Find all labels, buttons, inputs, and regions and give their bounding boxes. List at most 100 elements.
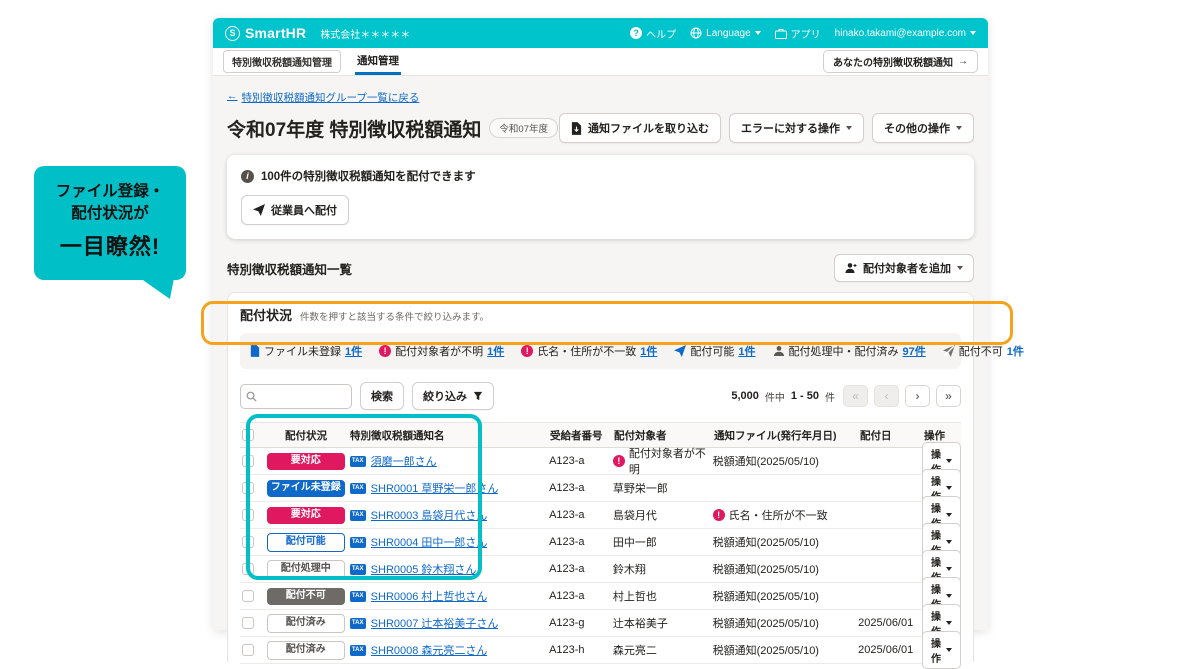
notification-name-link[interactable]: SHR0006 村上哲也さん xyxy=(371,588,488,604)
emp-no-cell: A123-a xyxy=(549,509,613,521)
user-menu[interactable]: hinako.takami@example.com xyxy=(835,28,976,39)
tab-tax-notice-management[interactable]: 特別徴収税額通知管理 xyxy=(223,50,341,73)
notification-list-panel: 配付状況 件数を押すと該当する条件で絞り込みます。 ファイル未登録 1件 ! 配… xyxy=(227,292,974,662)
table-row: 配付済み TAXSHR0007 辻本裕美子さん A123-g 辻本裕美子 税額通… xyxy=(240,610,961,637)
tax-file-icon: TAX xyxy=(350,483,366,494)
pagination-last-button[interactable]: » xyxy=(936,385,961,407)
tax-file-icon: TAX xyxy=(350,618,366,629)
notification-name-link[interactable]: SHR0007 辻本裕美子さん xyxy=(371,615,499,631)
row-checkbox[interactable] xyxy=(242,590,254,602)
file-icon xyxy=(250,345,260,357)
file-cell: 氏名・住所が不一致 xyxy=(729,507,828,523)
import-notification-file-button[interactable]: 通知ファイルを取り込む xyxy=(559,113,721,143)
row-checkbox[interactable] xyxy=(242,509,254,521)
row-checkbox[interactable] xyxy=(242,617,254,629)
notification-name-link[interactable]: SHR0008 森元亮二さん xyxy=(371,642,488,658)
target-cell: 草野栄一郎 xyxy=(613,480,713,496)
tax-file-icon: TAX xyxy=(350,645,366,656)
emp-no-cell: A123-a xyxy=(549,536,613,548)
status-label: 配付対象者が不明 xyxy=(395,343,483,359)
language-label: Language xyxy=(706,28,751,39)
callout-line-1: ファイル登録・ xyxy=(34,181,186,203)
emp-no-cell: A123-a xyxy=(549,482,613,494)
status-badge: 配付処理中 xyxy=(267,560,345,579)
status-count-link[interactable]: 1件 xyxy=(345,343,362,359)
tax-file-icon: TAX xyxy=(350,591,366,602)
row-checkbox[interactable] xyxy=(242,536,254,548)
pagination-next-button[interactable]: › xyxy=(905,385,930,407)
pagination-total: 5,000 xyxy=(731,390,759,402)
notification-name-link[interactable]: SHR0004 田中一郎さん xyxy=(371,534,488,550)
chevron-down-icon xyxy=(946,513,952,517)
globe-icon xyxy=(690,27,702,39)
apps-label: アプリ xyxy=(791,26,821,41)
table-row: 配付済み TAXSHR0008 森元亮二さん A123-h 森元亮二 税額通知(… xyxy=(240,637,961,664)
import-file-icon xyxy=(571,122,582,135)
distribute-to-employees-button[interactable]: 従業員へ配付 xyxy=(241,195,349,225)
import-button-label: 通知ファイルを取り込む xyxy=(588,120,709,136)
status-filter-hint: 件数を押すと該当する条件で絞り込みます。 xyxy=(300,309,489,323)
help-menu[interactable]: ? ヘルプ xyxy=(630,26,676,41)
row-checkbox[interactable] xyxy=(242,455,254,467)
help-icon: ? xyxy=(630,27,642,39)
file-cell: 税額通知(2025/05/10) xyxy=(713,615,859,631)
status-count-link[interactable]: 1件 xyxy=(640,343,657,359)
callout-tail xyxy=(140,278,174,299)
date-cell: 2025/06/01 xyxy=(858,644,922,656)
row-actions-label: 操作 xyxy=(931,635,941,665)
notification-name-link[interactable]: 須磨一郎さん xyxy=(371,453,437,469)
page-title: 令和07年度 特別徴収税額通知 xyxy=(227,115,481,142)
marketing-callout-bubble: ファイル登録・ 配付状況が 一目瞭然! xyxy=(34,166,186,280)
fiscal-year-badge: 令和07年度 xyxy=(489,118,558,138)
col-header-date: 配付日 xyxy=(860,428,924,443)
error-icon: ! xyxy=(713,509,725,521)
pagination: 5,000 件中 1 - 50 件 « ‹ › » xyxy=(731,385,961,407)
notification-name-link[interactable]: SHR0001 草野栄一郎さん xyxy=(371,480,499,496)
search-button[interactable]: 検索 xyxy=(360,382,404,410)
add-distribution-target-button[interactable]: 配付対象者を追加 xyxy=(834,254,974,282)
language-menu[interactable]: Language xyxy=(690,27,761,39)
row-checkbox[interactable] xyxy=(242,644,254,656)
notification-name-link[interactable]: SHR0003 島袋月代さん xyxy=(371,507,488,523)
status-item-name-mismatch: ! 氏名・住所が不一致 1件 xyxy=(521,343,657,359)
status-badge: 配付不可 xyxy=(267,588,345,605)
user-email: hinako.takami@example.com xyxy=(835,28,966,39)
error-actions-button[interactable]: エラーに対する操作 xyxy=(729,113,864,143)
chevron-down-icon xyxy=(956,126,962,130)
pagination-first-button[interactable]: « xyxy=(843,385,868,407)
notification-table: 配付状況 特別徴収税額通知名 受給者番号 配付対象者 通知ファイル(発行年月日)… xyxy=(240,422,961,664)
select-all-checkbox[interactable] xyxy=(242,429,254,441)
status-count-link[interactable]: 1件 xyxy=(487,343,504,359)
status-count-link[interactable]: 1件 xyxy=(738,343,755,359)
callout-line-2: 配付状況が xyxy=(34,203,186,225)
error-icon: ! xyxy=(613,455,625,467)
error-icon: ! xyxy=(379,345,391,357)
tax-file-icon: TAX xyxy=(350,456,366,467)
back-to-group-list-link[interactable]: ← 特別徴収税額通知グループ一覧に戻る xyxy=(227,90,419,105)
chevron-down-icon xyxy=(946,486,952,490)
table-row: 配付可能 TAXSHR0004 田中一郎さん A123-a 田中一郎 税額通知(… xyxy=(240,529,961,556)
filter-button[interactable]: 絞り込み xyxy=(412,382,494,410)
smarthr-logo[interactable]: S SmartHR xyxy=(225,25,306,41)
callout-line-3: 一目瞭然! xyxy=(34,229,186,261)
col-header-file: 通知ファイル(発行年月日) xyxy=(714,428,860,443)
apps-menu[interactable]: アプリ xyxy=(775,26,821,41)
file-cell: 税額通知(2025/05/10) xyxy=(713,453,859,469)
your-tax-notice-button[interactable]: あなたの特別徴収税額通知 → xyxy=(823,50,978,73)
status-label: 配付不可 xyxy=(959,343,1003,359)
row-checkbox[interactable] xyxy=(242,482,254,494)
col-header-emp-no: 受給者番号 xyxy=(550,428,614,443)
row-actions-button[interactable]: 操作 xyxy=(922,631,961,669)
target-cell: 辻本裕美子 xyxy=(613,615,713,631)
pagination-prev-button[interactable]: ‹ xyxy=(874,385,899,407)
emp-no-cell: A123-a xyxy=(549,590,613,602)
row-checkbox[interactable] xyxy=(242,563,254,575)
tab-notification-management[interactable]: 通知管理 xyxy=(355,48,401,75)
other-actions-button[interactable]: その他の操作 xyxy=(872,113,974,143)
notification-name-link[interactable]: SHR0005 鈴木翔さん xyxy=(371,561,477,577)
chevron-down-icon xyxy=(846,126,852,130)
top-bar: S SmartHR 株式会社＊＊＊＊＊ ? ヘルプ Language アプリ xyxy=(213,18,988,48)
briefcase-icon xyxy=(775,28,787,39)
status-count-link[interactable]: 97件 xyxy=(903,343,926,359)
status-count: 1件 xyxy=(1007,343,1024,359)
